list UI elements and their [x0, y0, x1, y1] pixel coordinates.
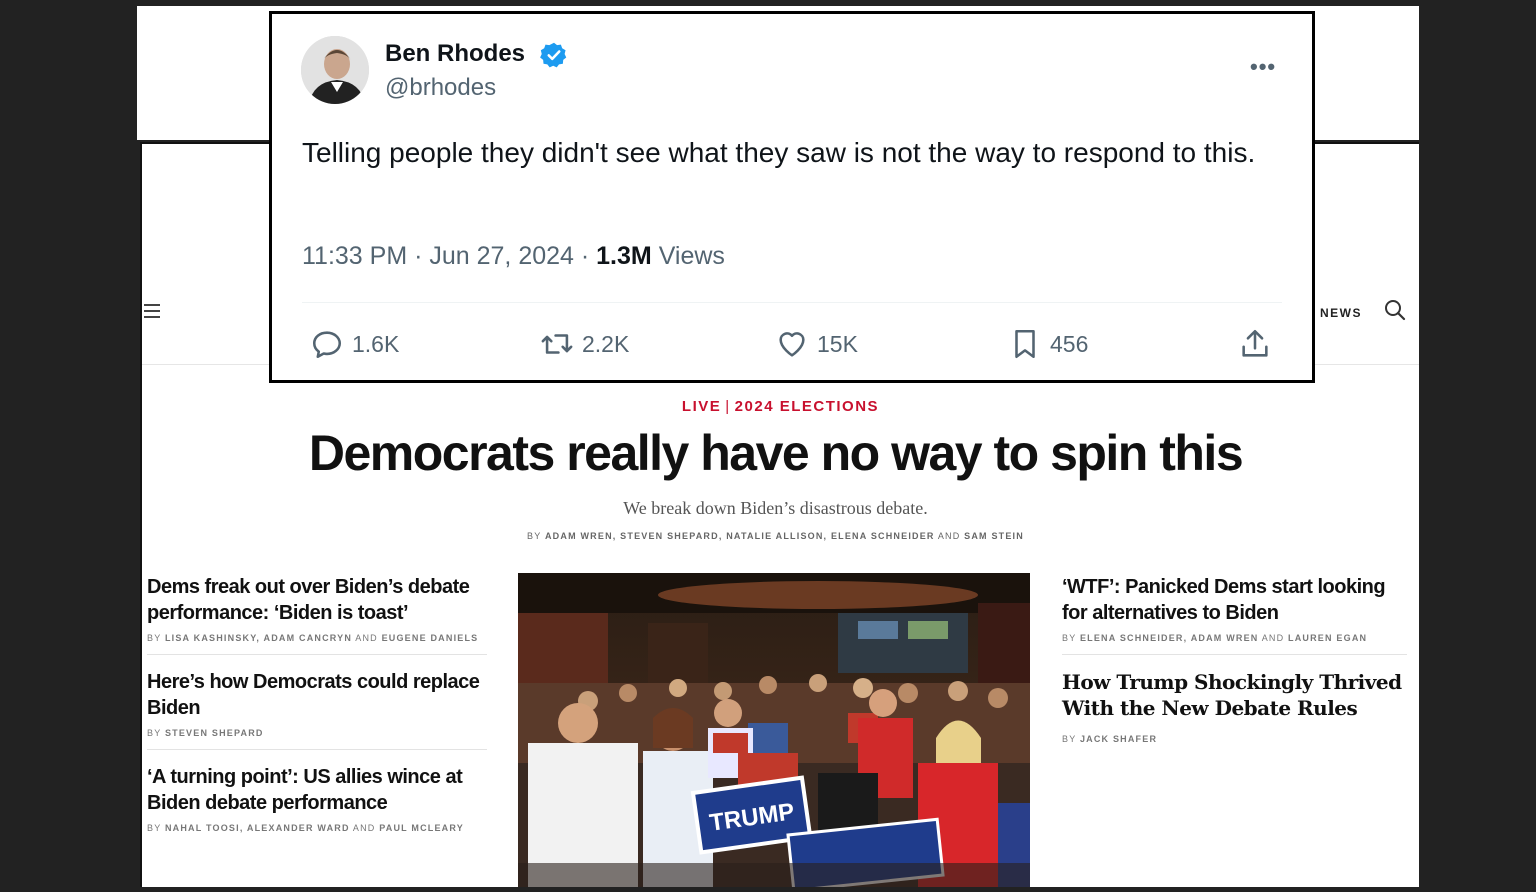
- byline-and: AND: [1258, 633, 1289, 643]
- story-title[interactable]: ‘A turning point’: US allies wince at Bi…: [147, 764, 487, 816]
- kicker-separator: |: [725, 398, 731, 415]
- story-byline: BY LISA KASHINSKY, ADAM CANCRYN AND EUGE…: [147, 632, 487, 644]
- list-item[interactable]: ‘A turning point’: US allies wince at Bi…: [147, 764, 487, 844]
- search-icon[interactable]: [1383, 298, 1407, 322]
- repost-button[interactable]: 2.2K: [540, 326, 629, 362]
- byline-last-author[interactable]: SAM STEIN: [964, 531, 1024, 541]
- byline-prefix: BY: [147, 633, 165, 643]
- right-story-column: ‘WTF’: Panicked Dems start looking for a…: [1062, 574, 1407, 769]
- author-name[interactable]: Ben Rhodes: [385, 40, 525, 68]
- byline-prefix: BY: [147, 728, 165, 738]
- story-title[interactable]: How Trump Shockingly Thrived With the Ne…: [1062, 669, 1407, 721]
- byline-authors: JACK SHAFER: [1079, 734, 1158, 744]
- story-byline: BY STEVEN SHEPARD: [147, 727, 487, 739]
- section-kicker: LIVE | 2024 ELECTIONS: [142, 398, 1419, 415]
- left-story-column: Dems freak out over Biden’s debate perfo…: [147, 574, 487, 858]
- byline-authors: NAHAL TOOSI, ALEXANDER WARD: [164, 823, 350, 833]
- byline-and: AND: [352, 633, 382, 643]
- byline-last-author: LAUREN EGAN: [1288, 633, 1368, 643]
- list-item[interactable]: ‘WTF’: Panicked Dems start looking for a…: [1062, 574, 1407, 655]
- story-title[interactable]: Here’s how Democrats could replace Biden: [147, 669, 487, 721]
- tweet-meta: 11:33 PM · Jun 27, 2024 · 1.3M Views: [302, 242, 725, 271]
- list-item[interactable]: How Trump Shockingly Thrived With the Ne…: [1062, 669, 1407, 755]
- section-label[interactable]: 2024 ELECTIONS: [735, 398, 879, 415]
- views-count: 1.3M: [596, 242, 652, 270]
- byline-last-author: EUGENE DANIELS: [381, 633, 479, 643]
- article-dek: We break down Biden’s disastrous debate.: [623, 498, 928, 518]
- reply-icon: [312, 331, 342, 359]
- nav-item-news[interactable]: NEWS: [1320, 306, 1362, 320]
- lead-photo[interactable]: TRUMP: [518, 573, 1030, 887]
- more-icon[interactable]: •••: [1250, 54, 1276, 80]
- story-byline: BY JACK SHAFER: [1062, 733, 1407, 745]
- like-count: 15K: [817, 330, 858, 357]
- byline-prefix: BY: [1062, 734, 1080, 744]
- byline-prefix: BY: [147, 823, 165, 833]
- story-byline: BY NAHAL TOOSI, ALEXANDER WARD AND PAUL …: [147, 822, 487, 834]
- reply-count: 1.6K: [352, 330, 400, 357]
- bookmark-count: 456: [1050, 330, 1089, 357]
- byline-authors[interactable]: ADAM WREN, STEVEN SHEPARD, NATALIE ALLIS…: [545, 531, 935, 541]
- list-item[interactable]: Dems freak out over Biden’s debate perfo…: [147, 574, 487, 655]
- like-button[interactable]: 15K: [775, 326, 858, 362]
- views-label: Views: [651, 242, 725, 270]
- article-byline: BY ADAM WREN, STEVEN SHEPARD, NATALIE AL…: [142, 531, 1409, 541]
- byline-and: AND: [934, 531, 965, 541]
- bookmark-icon: [1015, 329, 1035, 359]
- byline-last-author: PAUL MCLEARY: [379, 823, 464, 833]
- share-icon: [1242, 329, 1268, 357]
- byline-authors: ELENA SCHNEIDER, ADAM WREN: [1079, 633, 1259, 643]
- tweet-card: Ben Rhodes @brhodes ••• Telling people t…: [269, 11, 1315, 383]
- divider: [302, 302, 1282, 303]
- byline-authors: LISA KASHINSKY, ADAM CANCRYN: [164, 633, 353, 643]
- byline-prefix: BY: [1062, 633, 1080, 643]
- bookmark-button[interactable]: 456: [1008, 326, 1088, 362]
- live-label[interactable]: LIVE: [682, 398, 721, 415]
- repost-count: 2.2K: [582, 330, 630, 357]
- tweet-text: Telling people they didn't see what they…: [302, 137, 1256, 168]
- byline-prefix: BY: [527, 531, 545, 541]
- verified-icon: [540, 42, 567, 68]
- tweet-timestamp[interactable]: 11:33 PM · Jun 27, 2024 ·: [302, 242, 596, 270]
- story-title[interactable]: ‘WTF’: Panicked Dems start looking for a…: [1062, 574, 1407, 626]
- list-item[interactable]: Here’s how Democrats could replace Biden…: [147, 669, 487, 750]
- menu-icon[interactable]: [144, 304, 160, 318]
- byline-and: AND: [349, 823, 380, 833]
- share-button[interactable]: [1238, 326, 1272, 362]
- story-title[interactable]: Dems freak out over Biden’s debate perfo…: [147, 574, 487, 626]
- page-title: Democrats really have no way to spin thi…: [308, 425, 1244, 481]
- avatar[interactable]: [301, 36, 369, 104]
- watch-party-photo: TRUMP: [518, 573, 1030, 887]
- author-handle[interactable]: @brhodes: [385, 74, 496, 102]
- byline-authors: STEVEN SHEPARD: [164, 728, 264, 738]
- reply-button[interactable]: 1.6K: [310, 326, 399, 362]
- like-icon: [779, 332, 805, 357]
- repost-icon: [541, 334, 573, 354]
- story-byline: BY ELENA SCHNEIDER, ADAM WREN AND LAUREN…: [1062, 632, 1407, 644]
